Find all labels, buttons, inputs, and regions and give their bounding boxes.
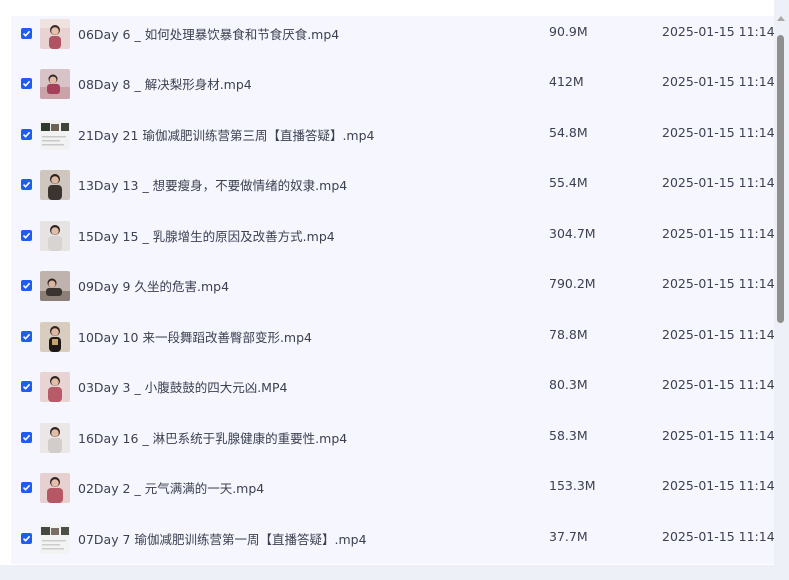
row-checkbox[interactable] [21,280,32,291]
checkmark-icon [22,434,31,441]
file-date: 2025-01-15 11:14 [662,276,774,291]
file-row[interactable]: 13Day 13 _ 想要瘦身，不要做情绪的奴隶.mp4 55.4M 2025-… [11,167,774,217]
video-thumbnail [40,120,70,150]
checkmark-icon [22,282,31,289]
row-checkbox[interactable] [21,129,32,140]
checkmark-icon [22,484,31,491]
file-row[interactable]: 02Day 2 _ 元气满满的一天.mp4 153.3M 2025-01-15 … [11,470,774,520]
row-checkbox[interactable] [21,179,32,190]
file-date: 2025-01-15 11:14 [662,478,774,493]
checkmark-icon [22,383,31,390]
file-row[interactable]: 15Day 15 _ 乳腺增生的原因及改善方式.mp4 304.7M 2025-… [11,218,774,268]
file-row[interactable]: 03Day 3 _ 小腹鼓鼓的四大元凶.MP4 80.3M 2025-01-15… [11,369,774,419]
file-name[interactable]: 10Day 10 来一段舞蹈改善臀部变形.mp4 [78,327,312,346]
file-size: 412M [549,74,584,89]
row-checkbox[interactable] [21,381,32,392]
checkmark-icon [22,131,31,138]
file-list: 06Day 6 _ 如何处理暴饮暴食和节食厌食.mp4 90.9M 2025-0… [11,16,774,564]
checkmark-icon [22,535,31,542]
file-row[interactable]: 21Day 21 瑜伽减肥训练营第三周【直播答疑】.mp4 54.8M 2025… [11,117,774,167]
checkmark-icon [22,181,31,188]
file-row[interactable]: 06Day 6 _ 如何处理暴饮暴食和节食厌食.mp4 90.9M 2025-0… [11,16,774,66]
file-name[interactable]: 02Day 2 _ 元气满满的一天.mp4 [78,478,264,497]
file-size: 90.9M [549,24,588,39]
video-thumbnail [40,524,70,554]
file-row[interactable]: 09Day 9 久坐的危害.mp4 790.2M 2025-01-15 11:1… [11,268,774,318]
video-thumbnail [40,473,70,503]
file-size: 78.8M [549,327,588,342]
scroll-up-arrow-icon[interactable] [777,16,785,21]
file-name[interactable]: 16Day 16 _ 淋巴系统于乳腺健康的重要性.mp4 [78,428,347,447]
file-name[interactable]: 15Day 15 _ 乳腺增生的原因及改善方式.mp4 [78,226,335,245]
row-checkbox[interactable] [21,78,32,89]
file-name[interactable]: 09Day 9 久坐的危害.mp4 [78,276,229,295]
video-thumbnail [40,271,70,301]
row-checkbox[interactable] [21,482,32,493]
file-row[interactable]: 08Day 8 _ 解决梨形身材.mp4 412M 2025-01-15 11:… [11,66,774,116]
row-checkbox[interactable] [21,230,32,241]
file-name[interactable]: 21Day 21 瑜伽减肥训练营第三周【直播答疑】.mp4 [78,125,374,144]
file-row[interactable]: 07Day 7 瑜伽减肥训练营第一周【直播答疑】.mp4 37.7M 2025-… [11,521,774,564]
row-checkbox[interactable] [21,533,32,544]
row-checkbox[interactable] [21,28,32,39]
checkmark-icon [22,333,31,340]
file-date: 2025-01-15 11:14 [662,175,774,190]
video-thumbnail [40,19,70,49]
file-size: 37.7M [549,529,588,544]
checkmark-icon [22,232,31,239]
file-row[interactable]: 16Day 16 _ 淋巴系统于乳腺健康的重要性.mp4 58.3M 2025-… [11,420,774,470]
file-date: 2025-01-15 11:14 [662,226,774,241]
file-date: 2025-01-15 11:14 [662,125,774,140]
file-size: 54.8M [549,125,588,140]
file-size: 80.3M [549,377,588,392]
file-date: 2025-01-15 11:14 [662,377,774,392]
file-date: 2025-01-15 11:14 [662,428,774,443]
checkmark-icon [22,80,31,87]
row-checkbox[interactable] [21,331,32,342]
video-thumbnail [40,69,70,99]
file-size: 153.3M [549,478,596,493]
row-checkbox[interactable] [21,432,32,443]
file-name[interactable]: 08Day 8 _ 解决梨形身材.mp4 [78,74,252,93]
file-name[interactable]: 03Day 3 _ 小腹鼓鼓的四大元凶.MP4 [78,377,287,396]
file-date: 2025-01-15 11:14 [662,24,774,39]
scrollbar-thumb[interactable] [777,35,784,323]
file-date: 2025-01-15 11:14 [662,327,774,342]
video-thumbnail [40,221,70,251]
video-thumbnail [40,372,70,402]
file-name[interactable]: 06Day 6 _ 如何处理暴饮暴食和节食厌食.mp4 [78,24,339,43]
file-date: 2025-01-15 11:14 [662,74,774,89]
video-thumbnail [40,322,70,352]
file-size: 58.3M [549,428,588,443]
file-size: 304.7M [549,226,596,241]
file-size: 790.2M [549,276,596,291]
file-row[interactable]: 10Day 10 来一段舞蹈改善臀部变形.mp4 78.8M 2025-01-1… [11,319,774,369]
video-thumbnail [40,170,70,200]
file-date: 2025-01-15 11:14 [662,529,774,544]
checkmark-icon [22,30,31,37]
file-name[interactable]: 07Day 7 瑜伽减肥训练营第一周【直播答疑】.mp4 [78,529,367,548]
file-name[interactable]: 13Day 13 _ 想要瘦身，不要做情绪的奴隶.mp4 [78,175,347,194]
video-thumbnail [40,423,70,453]
vertical-scrollbar[interactable] [775,16,789,564]
file-size: 55.4M [549,175,588,190]
